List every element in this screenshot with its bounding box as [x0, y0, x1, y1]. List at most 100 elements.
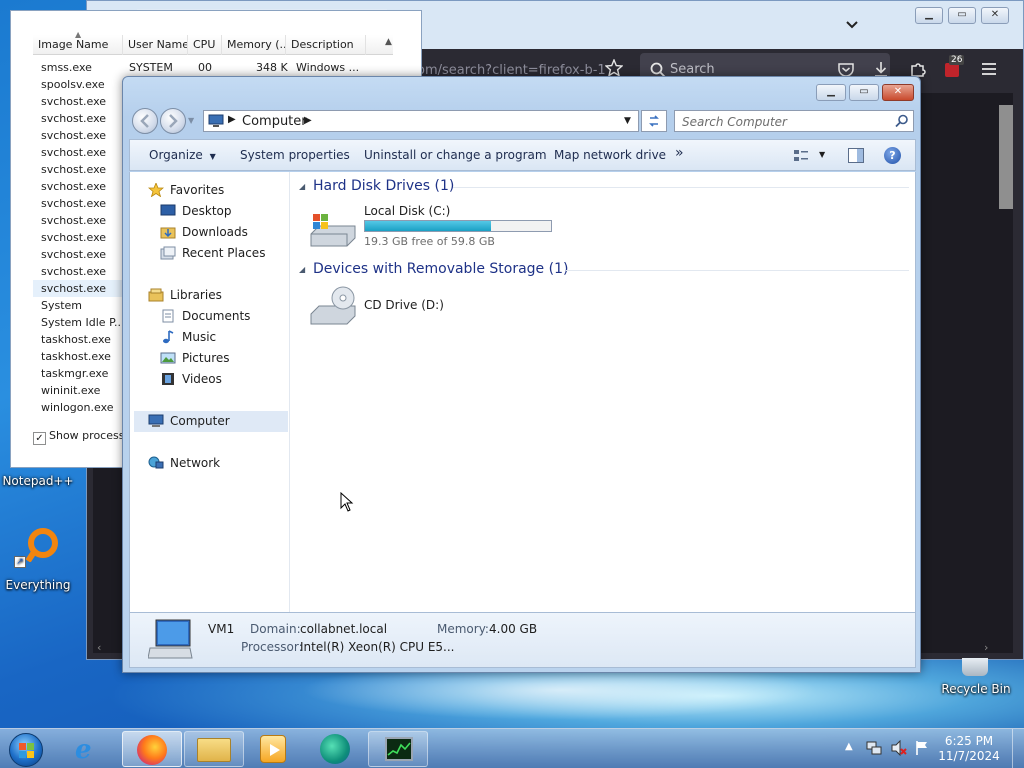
recycle-bin-icon [962, 658, 988, 676]
preview-pane-icon[interactable] [848, 148, 864, 163]
show-hidden-icons-icon[interactable]: ▲ [845, 741, 853, 752]
menu-hamburger-icon[interactable] [981, 62, 997, 76]
desktop-icon-recycle-bin[interactable]: Recycle Bin [936, 658, 1016, 696]
process-row[interactable]: svchost.exe [33, 195, 133, 212]
firefox-minimize-button[interactable]: ▁ [915, 7, 943, 24]
taskbar-edge-app[interactable] [306, 731, 366, 767]
process-row[interactable]: svchost.exe [33, 229, 133, 246]
map-network-drive-button[interactable]: Map network drive [554, 148, 666, 162]
col-cpu[interactable]: CPU [188, 35, 222, 55]
clock-time: 6:25 PM [944, 734, 994, 748]
minimize-button[interactable]: ▁ [816, 84, 846, 101]
system-clock[interactable]: 6:25 PM 11/7/2024 [934, 734, 1004, 764]
view-options-chevron-icon[interactable]: ▼ [819, 150, 825, 159]
more-commands-button[interactable]: » [675, 145, 684, 161]
show-desktop-button[interactable] [1012, 729, 1024, 768]
navigation-pane: Favorites Desktop Downloads Recent Place… [130, 172, 290, 612]
forward-button[interactable] [160, 108, 186, 134]
start-button[interactable] [6, 731, 46, 767]
firefox-maximize-button[interactable]: ▭ [948, 7, 976, 24]
scroll-right-icon[interactable]: › [984, 641, 988, 654]
nav-computer[interactable]: Computer [134, 411, 288, 432]
group-heading-removable-storage[interactable]: Devices with Removable Storage (1) [313, 261, 568, 277]
addon-icon-body [945, 63, 959, 77]
search-magnifier-icon[interactable] [895, 114, 909, 131]
bookmark-star-icon[interactable] [604, 58, 624, 77]
process-row[interactable]: svchost.exe [33, 161, 133, 178]
maximize-button[interactable]: ▭ [849, 84, 879, 101]
process-row[interactable]: taskhost.exe [33, 331, 133, 348]
addon-badge-icon[interactable]: 26 [943, 55, 965, 79]
search-computer-input[interactable]: Search Computer [674, 110, 914, 132]
scroll-left-icon[interactable]: ‹ [97, 641, 101, 654]
desktop-icon-notepadpp[interactable]: Notepad++ [0, 474, 76, 488]
nav-network[interactable]: Network [148, 453, 306, 474]
nav-network-label: Network [170, 456, 221, 470]
media-player-icon [260, 735, 286, 763]
group-collapse-icon-removable[interactable]: ◢ [299, 265, 305, 274]
refresh-button[interactable] [641, 110, 667, 132]
drive-cd-d[interactable]: CD Drive (D:) [309, 282, 509, 330]
process-row[interactable]: winlogon.exe [33, 399, 133, 416]
row-user: SYSTEM [129, 61, 173, 74]
taskbar-task-manager[interactable] [368, 731, 428, 767]
checkbox-checked-icon: ✓ [33, 432, 46, 445]
process-row-first[interactable]: smss.exe SYSTEM 00 348 K Windows ... [33, 59, 393, 76]
volume-muted-icon[interactable] [891, 739, 907, 757]
process-row[interactable]: svchost.exe [33, 110, 133, 127]
list-tabs-icon[interactable] [844, 17, 860, 33]
action-center-flag-icon[interactable] [914, 740, 930, 756]
nav-favorites[interactable]: Favorites [147, 180, 306, 201]
process-row[interactable]: svchost.exe [33, 212, 133, 229]
preview-pane-panel [857, 149, 863, 162]
taskbar-explorer[interactable] [184, 731, 244, 767]
breadcrumb-next-icon[interactable]: ▶ [304, 115, 312, 126]
organize-menu[interactable]: Organize ▼ [149, 148, 216, 162]
taskbar-firefox[interactable] [122, 731, 182, 767]
taskbar-internet-explorer[interactable]: e [60, 731, 120, 767]
desktop-icon-everything[interactable]: ↗ Everything [0, 526, 76, 592]
col-description[interactable]: Description [286, 35, 366, 55]
system-properties-button[interactable]: System properties [240, 148, 350, 162]
process-row[interactable]: svchost.exe [33, 178, 133, 195]
firefox-close-button[interactable]: ✕ [981, 7, 1009, 24]
group-heading-hard-disk-drives[interactable]: Hard Disk Drives (1) [313, 178, 454, 194]
process-row[interactable]: svchost.exe [33, 263, 133, 280]
close-button[interactable]: ✕ [882, 84, 914, 101]
taskbar-media-player[interactable] [244, 731, 304, 767]
group-divider [566, 270, 909, 271]
process-row[interactable]: svchost.exe [33, 144, 133, 161]
process-row[interactable]: svchost.exe [33, 280, 133, 297]
change-view-icon[interactable] [793, 148, 809, 164]
back-button[interactable] [132, 108, 158, 134]
group-collapse-icon-hdd[interactable]: ◢ [299, 182, 305, 191]
firefox-scrollbar-thumb[interactable] [999, 105, 1013, 209]
breadcrumb-separator-icon[interactable]: ▶ [228, 114, 236, 125]
uninstall-program-button[interactable]: Uninstall or change a program [364, 148, 547, 162]
nav-computer-label: Computer [170, 414, 230, 428]
scroll-up-icon[interactable]: ▲ [385, 37, 392, 47]
col-memory[interactable]: Memory (... [222, 35, 286, 55]
taskbar: e ▲ 6:25 PM 11/7/2024 [0, 728, 1024, 768]
process-row[interactable]: svchost.exe [33, 246, 133, 263]
col-user-name[interactable]: User Name [123, 35, 188, 55]
explorer-titlebar[interactable]: ▁ ▭ ✕ [123, 77, 920, 107]
recycle-bin-label: Recycle Bin [941, 682, 1011, 696]
process-row[interactable]: svchost.exe [33, 93, 133, 110]
recent-pages-chevron-icon[interactable]: ▼ [188, 116, 194, 125]
process-row[interactable]: spoolsv.exe [33, 76, 133, 93]
process-row[interactable]: taskhost.exe [33, 348, 133, 365]
process-row[interactable]: taskmgr.exe [33, 365, 133, 382]
process-row[interactable]: svchost.exe [33, 127, 133, 144]
process-row[interactable]: System [33, 297, 133, 314]
nav-libraries[interactable]: Libraries [148, 285, 306, 306]
drive-local-disk-c[interactable]: Local Disk (C:) 19.3 GB free of 59.8 GB [309, 204, 559, 252]
breadcrumb-computer[interactable]: Computer [242, 114, 307, 129]
address-dropdown-icon[interactable]: ▼ [624, 116, 631, 126]
network-tray-icon[interactable] [866, 740, 882, 756]
process-row[interactable]: System Idle P... [33, 314, 133, 331]
help-icon[interactable]: ? [884, 147, 901, 164]
nav-downloads-label: Downloads [182, 225, 248, 239]
process-row[interactable]: wininit.exe [33, 382, 133, 399]
address-bar[interactable]: ▶ Computer ▶ ▼ [203, 110, 639, 132]
